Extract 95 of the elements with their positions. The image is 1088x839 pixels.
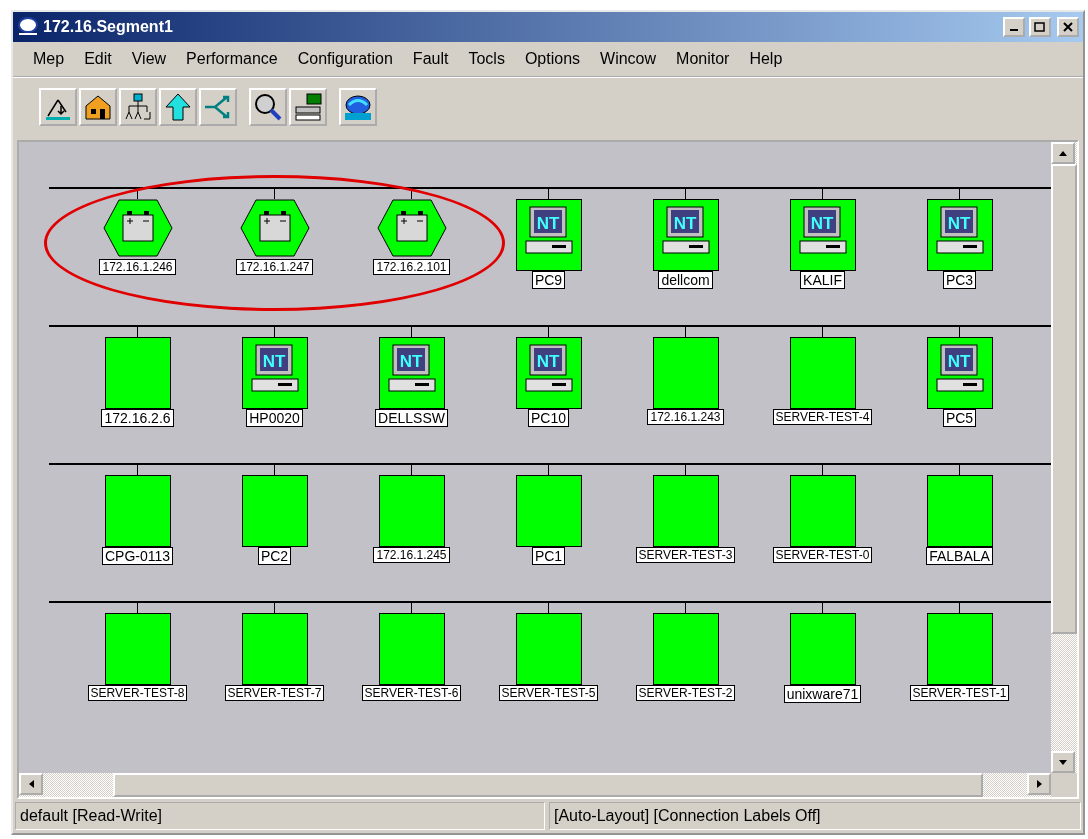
node-label: PC1 [531, 547, 566, 565]
device-node-icon[interactable] [652, 613, 719, 685]
device-node-icon[interactable] [515, 613, 582, 685]
device-node-icon[interactable] [652, 475, 719, 547]
maximize-icon [1034, 22, 1046, 32]
device-node-icon[interactable] [926, 475, 993, 547]
node-label: 172.16.1.247 [236, 259, 313, 275]
nt-computer-node-icon[interactable]: NT [241, 337, 308, 409]
battery-node-icon[interactable] [102, 199, 173, 257]
node-label: SERVER-TEST-5 [498, 685, 599, 701]
nt-computer-node-icon[interactable]: NT [926, 337, 993, 409]
close-button[interactable] [1057, 17, 1079, 37]
toolbar-button[interactable] [79, 88, 117, 126]
device-node-icon[interactable] [378, 475, 445, 547]
menu-item[interactable]: Help [739, 50, 793, 68]
nt-computer-node-icon[interactable]: NT [789, 199, 856, 271]
horizontal-scrollbar[interactable] [19, 773, 1077, 797]
nt-computer-node-icon[interactable]: NT [926, 199, 993, 271]
nt-computer-node-icon[interactable]: NT [515, 337, 582, 409]
battery-node-icon[interactable] [376, 199, 447, 257]
device-icon [293, 92, 323, 122]
node-label: SERVER-TEST-1 [909, 685, 1010, 701]
menu-item[interactable]: Wincow [590, 50, 667, 68]
vertical-scrollbar[interactable] [1051, 142, 1077, 773]
toolbar-button[interactable] [289, 88, 327, 126]
device-node-icon[interactable] [104, 337, 171, 409]
globe-logo-icon [343, 92, 373, 122]
node-label: SERVER-TEST-2 [635, 685, 736, 701]
node-label: PC3 [942, 271, 977, 289]
node-label: dellcom [658, 271, 713, 289]
nt-computer-node-icon[interactable]: NT [378, 337, 445, 409]
minimize-icon [1010, 29, 1018, 31]
device-node-icon[interactable] [241, 613, 308, 685]
device-node-icon[interactable] [789, 613, 856, 685]
device-node-icon[interactable] [104, 613, 171, 685]
device-node-icon[interactable] [241, 475, 308, 547]
device-node-icon[interactable] [378, 613, 445, 685]
up-arrow-icon [163, 92, 193, 122]
node-label: KALIF [800, 271, 845, 289]
menu-item[interactable]: View [121, 50, 177, 68]
node-label: 172.16.2.6 [101, 409, 174, 427]
node-label: SERVER-TEST-4 [772, 409, 873, 425]
hierarchy-icon [123, 92, 153, 122]
node-label: SERVER-TEST-6 [361, 685, 462, 701]
device-node-icon[interactable] [789, 475, 856, 547]
node-label: HP0020 [246, 409, 303, 427]
nt-computer-node-icon[interactable]: NT [515, 199, 582, 271]
close-icon [1062, 22, 1074, 32]
node-label: 172.16.1.246 [99, 259, 176, 275]
node-label: DELLSSW [375, 409, 448, 427]
right-arrow-icon[interactable] [1036, 780, 1042, 788]
node-label: PC5 [942, 409, 977, 427]
maximize-button[interactable] [1029, 17, 1051, 37]
menu-item[interactable]: Fault [402, 50, 459, 68]
search-icon [253, 92, 283, 122]
node-label: SERVER-TEST-8 [87, 685, 188, 701]
battery-node-icon[interactable] [239, 199, 310, 257]
down-arrow-icon[interactable] [1059, 759, 1067, 765]
toolbar-button[interactable] [119, 88, 157, 126]
node-label: unixware71 [783, 685, 862, 703]
minimize-button[interactable] [1003, 17, 1025, 37]
menu-item[interactable]: Performance [176, 50, 288, 68]
node-label: PC9 [531, 271, 566, 289]
toolbar-button[interactable] [339, 88, 377, 126]
toolbar-button[interactable] [249, 88, 287, 126]
node-label: SERVER-TEST-7 [224, 685, 325, 701]
device-node-icon[interactable] [789, 337, 856, 409]
app-icon [17, 17, 39, 37]
node-label: SERVER-TEST-3 [635, 547, 736, 563]
device-node-icon[interactable] [515, 475, 582, 547]
device-node-icon[interactable] [104, 475, 171, 547]
node-label: FALBALA [926, 547, 993, 565]
menu-item[interactable]: Monitor [666, 50, 740, 68]
node-label: 172.16.1.243 [647, 409, 724, 425]
window-title: 172.16.Segment1 [43, 18, 174, 36]
node-label: CPG-0113 [101, 547, 174, 565]
node-label: 172.16.1.245 [373, 547, 450, 563]
menu-item[interactable]: Options [514, 50, 591, 68]
status-text: [Auto-Layout] [Connection Labels Off] [549, 802, 1081, 830]
menu-item[interactable]: Tocls [458, 50, 515, 68]
node-label: SERVER-TEST-0 [772, 547, 873, 563]
device-node-icon[interactable] [652, 337, 719, 409]
nt-computer-node-icon[interactable]: NT [652, 199, 719, 271]
left-arrow-icon[interactable] [28, 780, 34, 788]
node-label: PC2 [257, 547, 292, 565]
menu-item[interactable]: Configuration [287, 50, 403, 68]
menu-item[interactable]: Edit [74, 50, 122, 68]
status-text: default [Read-Write] [15, 802, 545, 830]
up-arrow-icon[interactable] [1059, 150, 1067, 156]
node-label: PC10 [528, 409, 569, 427]
device-node-icon[interactable] [926, 613, 993, 685]
menu-item[interactable]: Mep [23, 50, 75, 68]
node-label: 172.16.2.101 [373, 259, 450, 275]
toolbar-button[interactable] [39, 88, 77, 126]
scrollbar-corner [1051, 773, 1077, 797]
